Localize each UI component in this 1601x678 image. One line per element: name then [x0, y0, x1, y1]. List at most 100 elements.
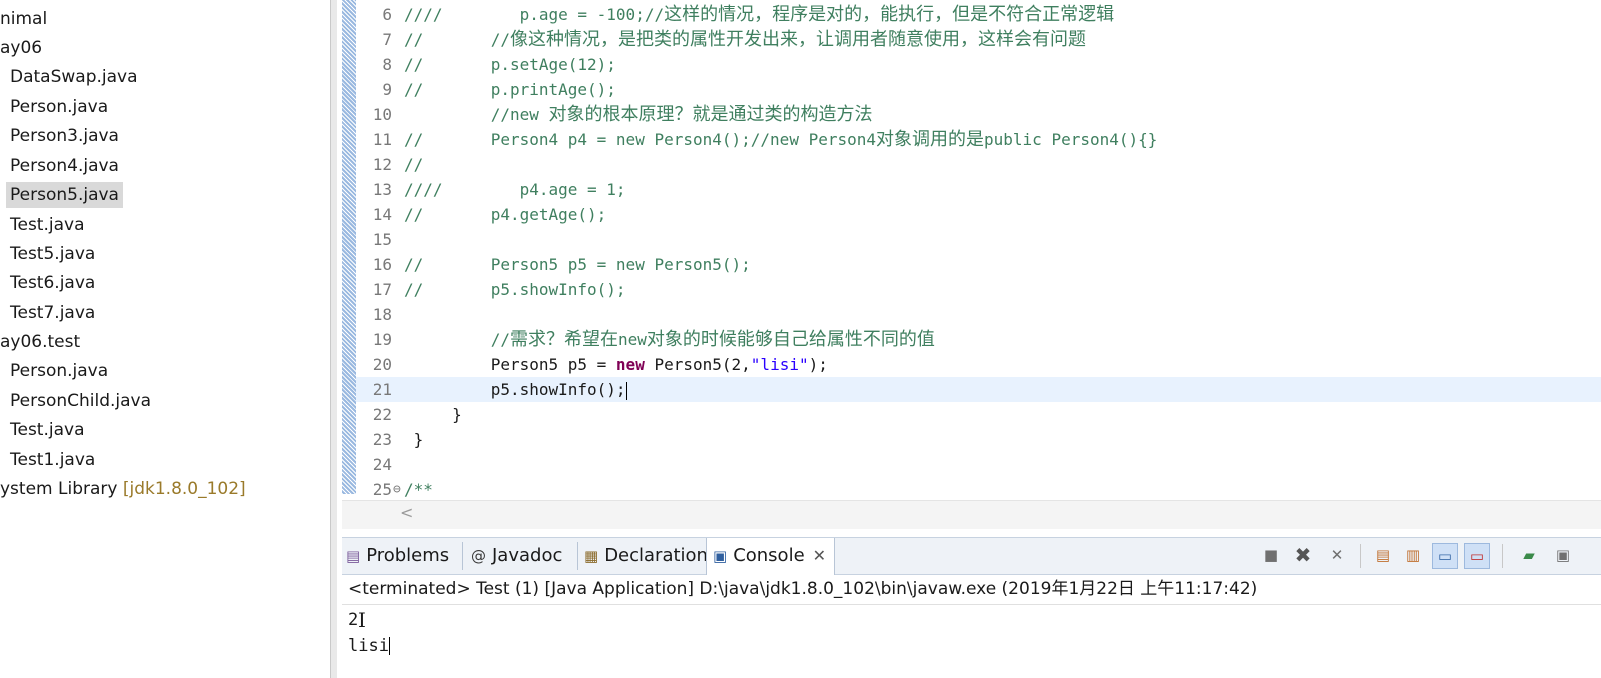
declaration-icon: ▦	[584, 547, 599, 565]
tree-item-test7-java[interactable]: Test7.java	[10, 300, 95, 326]
line-number: 23	[372, 430, 392, 449]
code-line[interactable]: 7 // //像这种情况，是把类的属性开发出来，让调用者随意使用，这样会有问题	[356, 27, 1601, 52]
tree-item-label: Person.java	[10, 361, 109, 381]
code-comment: // Person4 p4 = new Person4();//new Pers…	[404, 130, 877, 149]
console-status-line: <terminated> Test (1) [Java Application]…	[342, 574, 1601, 605]
code-line[interactable]: 13 //// p4.age = 1;	[356, 177, 1601, 202]
tree-item-label: Test1.java	[10, 450, 96, 470]
code-line[interactable]: 17 // p5.showInfo();	[356, 277, 1601, 302]
line-number: 22	[372, 405, 392, 424]
tree-item-test5-java[interactable]: Test5.java	[10, 241, 95, 267]
console-process-info: <terminated> Test (1) [Java Application]…	[348, 579, 1258, 599]
code-line[interactable]: 25 ⊖/**	[356, 477, 1601, 502]
line-number: 13	[372, 180, 392, 199]
tree-item-person-java[interactable]: Person.java	[10, 358, 108, 384]
pin-console-icon[interactable]: ▰	[1518, 544, 1540, 566]
line-number: 20	[372, 355, 392, 374]
tab-problems[interactable]: ▤ Problems	[342, 538, 455, 574]
code-line[interactable]: 9 // p.printAge();	[356, 77, 1601, 102]
code-comment: //new	[404, 105, 549, 124]
tree-item-animal-package[interactable]: nimal	[0, 6, 47, 32]
tree-item-test-java[interactable]: Test.java	[10, 212, 85, 238]
console-output-line: lisi	[348, 633, 390, 659]
code-line[interactable]: 8 // p.setAge(12);	[356, 52, 1601, 77]
code-text: Person5 p5 =	[404, 355, 616, 374]
code-line[interactable]: 14 // p4.getAge();	[356, 202, 1601, 227]
code-string: "lisi"	[750, 355, 809, 374]
line-number: 10	[372, 105, 392, 124]
tab-declaration[interactable]: ▦ Declaration	[580, 538, 714, 574]
tree-item-label: ystem Library	[0, 479, 118, 499]
close-icon[interactable]: ✕	[813, 546, 826, 565]
line-number: 19	[372, 330, 392, 349]
open-console-icon[interactable]: ▣	[1552, 544, 1574, 566]
remove-all-terminated-icon[interactable]: ✕	[1326, 544, 1348, 566]
scroll-left-arrow[interactable]: <	[400, 503, 413, 522]
tree-item-day06-package[interactable]: ay06	[0, 35, 42, 61]
code-line[interactable]: 22 }	[356, 402, 1601, 427]
line-number: 8	[382, 55, 392, 74]
tree-item-person3-java[interactable]: Person3.java	[10, 123, 119, 149]
terminate-icon[interactable]: ■	[1260, 544, 1282, 566]
line-number: 12	[372, 155, 392, 174]
line-number: 6	[382, 5, 392, 24]
tree-item-label: Test.java	[10, 420, 85, 440]
tree-item-dataswap-java[interactable]: DataSwap.java	[10, 64, 138, 90]
show-console-on-output-icon[interactable]: ▭	[1432, 543, 1458, 569]
code-line-current[interactable]: 21 p5.showInfo();	[356, 377, 1601, 403]
tree-item-label: Test7.java	[10, 303, 96, 323]
tree-item-person4-java[interactable]: Person4.java	[10, 153, 119, 179]
console-output[interactable]: 2 I lisi	[342, 605, 1601, 678]
line-number: 21	[372, 380, 392, 399]
tree-item-label: Person4.java	[10, 156, 119, 176]
code-line[interactable]: 24	[356, 452, 1601, 477]
horizontal-scrollbar[interactable]: <	[342, 500, 1601, 529]
code-text: }	[404, 405, 462, 424]
code-text: p5.showInfo();	[404, 380, 626, 399]
code-line[interactable]: 12 //	[356, 152, 1601, 177]
code-comment: // p.setAge(12);	[404, 55, 616, 74]
change-ruler	[342, 0, 356, 494]
tree-item-personchild-java[interactable]: PersonChild.java	[10, 388, 151, 414]
library-version: [jdk1.8.0_102]	[122, 479, 246, 499]
show-console-on-error-icon[interactable]: ▭	[1464, 543, 1490, 569]
tree-item-label: Person3.java	[10, 126, 119, 146]
code-line[interactable]: 15	[356, 227, 1601, 252]
code-text: Person5(2,	[644, 355, 751, 374]
scroll-lock-icon[interactable]: ▥	[1402, 544, 1424, 566]
line-number: 24	[372, 455, 392, 474]
console-icon: ▣	[713, 547, 728, 565]
code-line[interactable]: 11 // Person4 p4 = new Person4();//new Pe…	[356, 127, 1601, 152]
tree-item-person5-java-selected[interactable]: Person5.java	[6, 182, 123, 208]
code-line[interactable]: 23 }	[356, 427, 1601, 452]
pane-divider[interactable]	[330, 0, 337, 678]
tree-item-test1-java[interactable]: Test1.java	[10, 447, 95, 473]
tree-item-test6-java[interactable]: Test6.java	[10, 270, 95, 296]
code-line[interactable]: 10 //new 对象的根本原理？就是通过类的构造方法	[356, 102, 1601, 127]
tree-item-label: DataSwap.java	[10, 67, 138, 87]
views-tab-bar: ▤ Problems @ Javadoc ▦ Declaration ▣ Console…	[342, 537, 1601, 575]
code-editor[interactable]: 6 //// p.age = -100;//这样的情况，程序是对的，能执行，但是不…	[342, 0, 1601, 535]
at-icon: @	[471, 547, 486, 565]
tab-javadoc[interactable]: @ Javadoc	[467, 538, 568, 574]
tree-item-label: Test6.java	[10, 273, 96, 293]
clear-console-icon[interactable]: ▤	[1372, 544, 1394, 566]
code-line[interactable]: 16 // Person5 p5 = new Person5();	[356, 252, 1601, 277]
code-text: }	[404, 430, 424, 449]
tab-console[interactable]: ▣ Console ✕	[706, 538, 836, 575]
code-line[interactable]: 6 //// p.age = -100;//这样的情况，程序是对的，能执行，但是不…	[356, 2, 1601, 27]
code-comment: // Person5 p5 = new Person5();	[404, 255, 751, 274]
tree-item-day06-test-package[interactable]: ay06.test	[0, 329, 80, 355]
fold-collapse-icon[interactable]: ⊖	[393, 477, 401, 502]
tree-item-system-library[interactable]: ystem Library [jdk1.8.0_102]	[0, 476, 246, 502]
line-number: 14	[372, 205, 392, 224]
package-explorer: nimal ay06 DataSwap.java Person.java Per…	[0, 0, 330, 678]
tree-item-person-java[interactable]: Person.java	[10, 94, 108, 120]
code-line[interactable]: 19 //需求？希望在new对象的时候能够自己给属性不同的值	[356, 327, 1601, 352]
code-line[interactable]: 18	[356, 302, 1601, 327]
code-comment: 对象的根本原理？就是通过类的构造方法	[548, 104, 873, 125]
code-comment: /**	[404, 480, 433, 499]
code-line[interactable]: 20 Person5 p5 = new Person5(2,"lisi");	[356, 352, 1601, 377]
tree-item-test-java[interactable]: Test.java	[10, 417, 85, 443]
remove-launch-icon[interactable]: ✖	[1292, 544, 1314, 566]
